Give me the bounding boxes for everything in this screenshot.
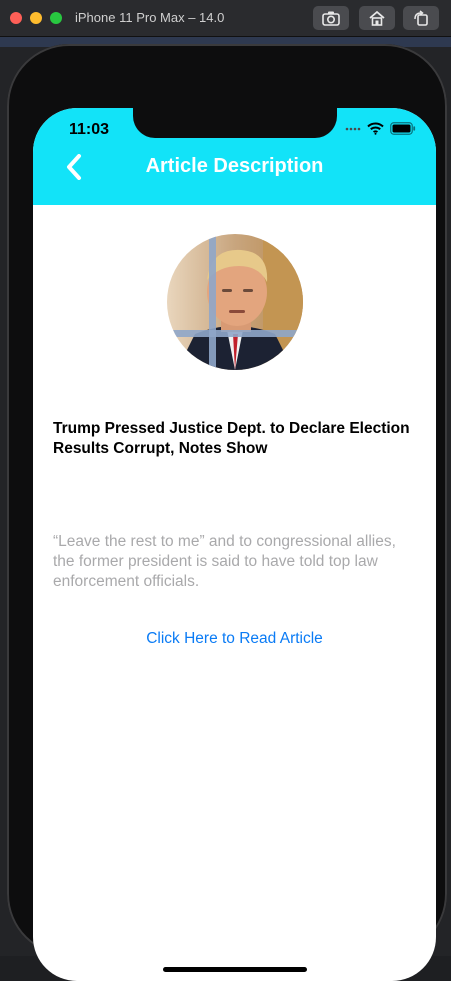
close-window-button[interactable] [10, 12, 22, 24]
rotate-icon [414, 10, 428, 26]
home-indicator[interactable] [163, 967, 307, 972]
status-icons [345, 122, 416, 135]
screenshot-button[interactable] [313, 6, 349, 30]
rotate-button[interactable] [403, 6, 439, 30]
home-icon [369, 10, 385, 26]
wifi-icon [367, 122, 384, 135]
notch [133, 108, 337, 138]
signal-icon [345, 127, 361, 130]
simulator-window-title: iPhone 11 Pro Max – 14.0 [75, 10, 225, 25]
article-image [167, 234, 303, 370]
read-article-link[interactable]: Click Here to Read Article [33, 630, 436, 648]
navigation-bar: 11:03 Article Description [33, 108, 436, 205]
battery-icon [390, 122, 416, 135]
article-thumbnail [167, 234, 303, 370]
simulator-title-bar: iPhone 11 Pro Max – 14.0 [0, 0, 451, 37]
screenshot-icon [322, 11, 340, 26]
article-headline: Trump Pressed Justice Dept. to Declare E… [53, 420, 410, 457]
iphone-frame: 11:03 Article Description Trump Pressed … [7, 44, 447, 981]
page-title: Article Description [145, 155, 324, 177]
phone-screen: 11:03 Article Description Trump Pressed … [33, 108, 436, 981]
home-button[interactable] [359, 6, 395, 30]
minimize-window-button[interactable] [30, 12, 42, 24]
article-summary: “Leave the rest to me” and to congressio… [53, 533, 396, 590]
zoom-window-button[interactable] [50, 12, 62, 24]
status-time: 11:03 [69, 121, 110, 138]
